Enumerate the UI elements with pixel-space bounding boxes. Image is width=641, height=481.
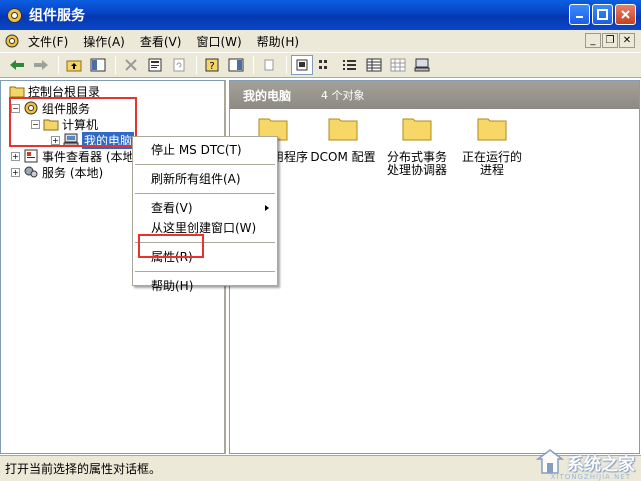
close-button[interactable]: [615, 4, 636, 25]
back-button[interactable]: [6, 55, 28, 75]
status-view-icon: [390, 58, 406, 72]
title-bar: 组件服务: [0, 0, 641, 30]
context-menu: 停止 MS DTC(T) 刷新所有组件(A) 查看(V) 从这里创建窗口(W) …: [132, 136, 278, 293]
properties-icon: [148, 58, 162, 72]
menu-separator: [135, 193, 275, 194]
maximize-button[interactable]: [592, 4, 613, 25]
minimize-icon: [576, 16, 583, 18]
item-distributed-transaction-coordinator[interactable]: 分布式事务处理协调器: [382, 115, 452, 177]
folder-icon: [9, 86, 25, 98]
menu-separator: [135, 164, 275, 165]
large-icons-icon: [296, 59, 308, 71]
menu-item-refresh-all[interactable]: 刷新所有组件(A): [133, 169, 277, 189]
refresh-button[interactable]: [168, 55, 190, 75]
menu-separator: [135, 271, 275, 272]
result-pane-header: 我的电脑 4 个对象: [230, 81, 639, 109]
submenu-arrow-icon: [265, 205, 269, 211]
child-restore-button[interactable]: ❐: [602, 33, 618, 48]
computer-button[interactable]: [411, 55, 433, 75]
pane-icon: [228, 58, 244, 72]
menu-bar: 文件(F) 操作(A) 查看(V) 窗口(W) 帮助(H) _ ❐ ✕: [0, 30, 641, 52]
object-count: 4 个对象: [321, 89, 365, 102]
new-item-icon: [264, 59, 274, 71]
list-view-icon: [343, 60, 356, 70]
status-text: 打开当前选择的属性对话框。: [5, 462, 162, 476]
refresh-icon: [173, 58, 185, 72]
child-minimize-button[interactable]: _: [585, 33, 601, 48]
toolbar-separator: [253, 56, 254, 74]
view-large-icons-button[interactable]: [291, 55, 313, 75]
result-pane[interactable]: 我的电脑 4 个对象 用程序 DCOM 配置 分布式事务处理协调器 正在运行的进…: [229, 80, 640, 454]
item-label: 分布式事务处理协调器: [386, 150, 447, 177]
view-status-button[interactable]: [387, 55, 409, 75]
view-small-icons-button[interactable]: [315, 55, 337, 75]
close-icon: ✕: [622, 35, 632, 46]
up-level-button[interactable]: [63, 55, 85, 75]
arrow-left-icon: [10, 60, 24, 70]
folder-up-icon: [66, 60, 82, 72]
item-label: DCOM 配置: [310, 150, 376, 164]
restore-icon: ❐: [605, 35, 615, 46]
component-services-icon: [7, 7, 22, 23]
tree-item-event-viewer[interactable]: + 事件查看器 (本地): [11, 148, 139, 164]
item-running-processes[interactable]: 正在运行的进程: [457, 115, 527, 177]
tree-label: 服务 (本地): [42, 165, 104, 180]
watermark-text: 系统之家: [567, 454, 635, 475]
new-button[interactable]: [258, 55, 280, 75]
help-button[interactable]: ?: [201, 55, 223, 75]
tree-label: 事件查看器 (本地): [42, 149, 140, 164]
minimize-button[interactable]: [569, 4, 590, 25]
action-pane-button[interactable]: [225, 55, 247, 75]
highlight-box-properties: [138, 234, 204, 258]
menu-view[interactable]: 查看(V): [140, 33, 182, 50]
maximize-icon: [597, 9, 608, 20]
tree-item-services[interactable]: + 服务 (本地): [11, 164, 103, 180]
show-hide-tree-button[interactable]: [87, 55, 109, 75]
delete-icon: [125, 59, 137, 71]
result-pane-title: 我的电脑: [243, 88, 292, 103]
highlight-box-tree: [9, 97, 137, 147]
menu-window[interactable]: 窗口(W): [196, 33, 241, 50]
small-icons-icon: [319, 60, 327, 69]
menu-item-help[interactable]: 帮助(H): [133, 276, 277, 296]
help-book-icon: ?: [205, 58, 219, 72]
details-view-icon: [366, 58, 382, 72]
delete-button[interactable]: [120, 55, 142, 75]
child-close-button[interactable]: ✕: [619, 33, 635, 48]
services-gear-icon: [24, 166, 38, 178]
menu-item-stop-msdtc[interactable]: 停止 MS DTC(T): [133, 140, 277, 160]
computer-icon: [414, 58, 430, 72]
menu-item-view[interactable]: 查看(V): [133, 198, 277, 218]
console-tree-icon: [90, 58, 106, 72]
view-details-button[interactable]: [363, 55, 385, 75]
toolbar-separator: [58, 56, 59, 74]
properties-toolbar-button[interactable]: [144, 55, 166, 75]
expand-icon[interactable]: +: [11, 167, 20, 177]
svg-text:?: ?: [209, 61, 214, 72]
view-list-button[interactable]: [339, 55, 361, 75]
item-label: 正在运行的进程: [461, 150, 522, 177]
event-viewer-icon: [24, 149, 38, 163]
menu-item-label: 查看(V): [151, 201, 193, 215]
folder-icon: [477, 118, 507, 141]
toolbar-separator: [196, 56, 197, 74]
toolbar-separator: [286, 56, 287, 74]
folder-icon: [328, 118, 358, 141]
toolbar: ?: [0, 52, 641, 78]
minimize-icon: _: [590, 35, 596, 46]
menu-help[interactable]: 帮助(H): [257, 33, 299, 50]
menu-action[interactable]: 操作(A): [83, 33, 125, 50]
folder-icon: [402, 118, 432, 141]
forward-button[interactable]: [30, 55, 52, 75]
window-title: 组件服务: [29, 8, 85, 24]
mmc-icon[interactable]: [4, 33, 20, 49]
toolbar-separator: [115, 56, 116, 74]
menu-file[interactable]: 文件(F): [28, 33, 68, 50]
item-dcom-config[interactable]: DCOM 配置: [308, 115, 378, 164]
arrow-right-icon: [34, 60, 48, 70]
watermark-subtext: XITONGZHIJIA.NET: [550, 473, 631, 481]
close-icon: [621, 10, 630, 19]
expand-icon[interactable]: +: [11, 151, 20, 161]
